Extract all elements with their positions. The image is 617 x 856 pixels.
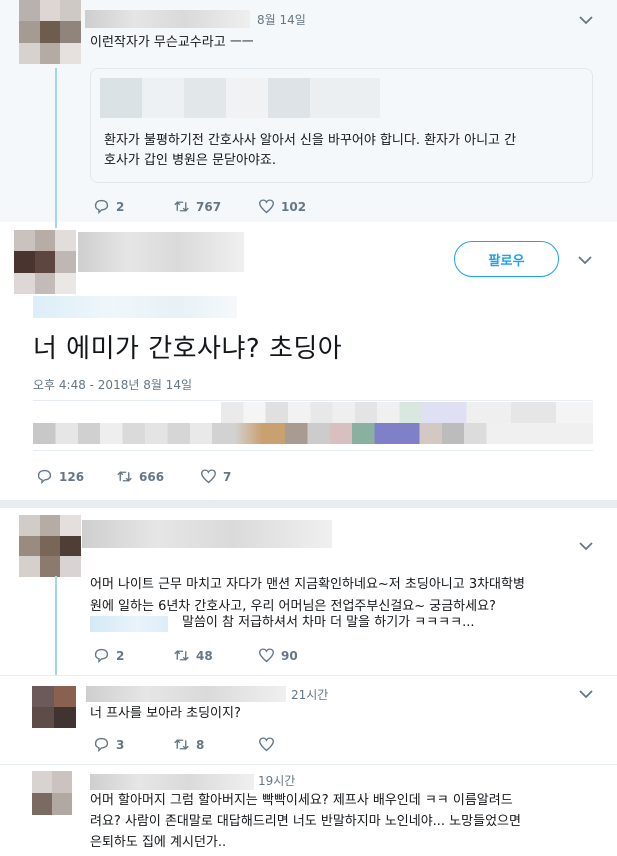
retweet-button[interactable]: 767 — [173, 198, 258, 215]
thread-line — [55, 576, 57, 676]
like-count: 7 — [223, 469, 232, 484]
reply-button[interactable]: 2 — [93, 198, 173, 215]
quoted-author-name — [100, 78, 380, 118]
tweet-time[interactable]: 19시간 — [258, 772, 295, 789]
like-button[interactable]: 90 — [258, 647, 298, 664]
divider — [0, 675, 617, 676]
retweet-icon — [174, 650, 189, 661]
heart-icon — [259, 737, 274, 752]
follow-button[interactable]: 팔로우 — [454, 241, 559, 277]
reply-button[interactable]: 3 — [93, 736, 173, 753]
reply-count: 2 — [116, 199, 125, 214]
retweet-count: 8 — [196, 737, 205, 752]
reply-text-line1: 어머 나이트 근무 마치고 자다가 맨션 지금확인하네요~저 초딩아니고 3차대… — [90, 577, 525, 592]
divider — [33, 450, 593, 451]
retweet-count: 48 — [196, 648, 213, 663]
reply-text: 너 프사를 보아라 초딩이지? — [90, 706, 241, 721]
author-name[interactable] — [86, 686, 286, 702]
reply-button[interactable]: 126 — [36, 468, 116, 485]
quoted-text-line1: 환자가 불평하기전 간호사사 알아서 신을 바꾸어야 합니다. 환자가 아니고 … — [104, 133, 517, 148]
retweet-button[interactable]: 666 — [116, 468, 200, 485]
like-count: 90 — [281, 648, 298, 663]
retweet-count: 767 — [196, 199, 222, 214]
tweet-actions: 2 48 90 — [93, 647, 298, 664]
author-name[interactable] — [85, 10, 250, 28]
author-name[interactable] — [78, 232, 244, 272]
chevron-down-icon[interactable] — [578, 688, 594, 700]
divider — [0, 764, 617, 765]
reply-icon — [94, 199, 109, 215]
author-name[interactable] — [90, 774, 254, 790]
author-handle[interactable] — [33, 296, 237, 318]
heart-icon — [259, 648, 274, 663]
like-button[interactable]: 7 — [200, 468, 231, 485]
quoted-text-line2: 호사가 갑인 병원은 문닫아야죠. — [104, 153, 277, 168]
chevron-down-icon[interactable] — [577, 254, 593, 266]
thread-line — [55, 68, 57, 228]
tweet-actions: 3 8 — [93, 736, 281, 753]
author-name[interactable] — [82, 520, 332, 548]
tweet-actions: 126 666 7 — [36, 468, 231, 485]
mention-link[interactable] — [90, 616, 168, 632]
retweet-count: 666 — [139, 469, 165, 484]
like-count: 102 — [281, 199, 307, 214]
divider — [0, 500, 617, 508]
reply-icon — [94, 648, 109, 664]
retweet-icon — [174, 201, 189, 212]
avatar[interactable] — [14, 230, 76, 294]
liked-by-avatars[interactable] — [33, 402, 593, 444]
reply-count: 3 — [116, 737, 125, 752]
reply-text-line3: 은퇴하도 집에 계시던가.. — [90, 835, 227, 850]
chevron-down-icon[interactable] — [578, 540, 594, 552]
tweet-time[interactable]: 8월 14일 — [257, 11, 306, 28]
reply-count: 2 — [116, 648, 125, 663]
reply-text-line2: 려요? 사람이 존대말로 대답해드리면 너도 반말하지마 노인네야... 노망들… — [90, 814, 521, 829]
avatar[interactable] — [32, 771, 72, 815]
tweet-text: 너 에미가 간호사냐? 초딩아 — [33, 334, 343, 364]
reply-button[interactable]: 2 — [93, 647, 173, 664]
reply-icon — [94, 737, 109, 753]
tweet-actions: 2 767 102 — [93, 198, 306, 215]
tweet-text: 이런작자가 무슨교수라고 ㅡㅡ — [90, 35, 254, 50]
heart-icon — [259, 199, 274, 214]
reply-icon — [37, 469, 52, 485]
avatar[interactable] — [19, 0, 81, 64]
tweet-timestamp[interactable]: 오후 4:48 - 2018년 8월 14일 — [33, 376, 192, 393]
heart-icon — [201, 469, 216, 484]
divider — [33, 400, 593, 401]
reply-count: 126 — [59, 469, 85, 484]
retweet-button[interactable]: 8 — [173, 736, 258, 753]
avatar[interactable] — [32, 686, 76, 728]
avatar[interactable] — [19, 515, 81, 577]
like-button[interactable]: 102 — [258, 198, 306, 215]
tweet-time[interactable]: 21시간 — [291, 686, 328, 703]
retweet-icon — [117, 471, 132, 482]
chevron-down-icon[interactable] — [578, 14, 594, 26]
retweet-icon — [174, 739, 189, 750]
retweet-button[interactable]: 48 — [173, 647, 258, 664]
reply-text-line1: 어머 할아머지 그럼 할아버지는 빡빡이세요? 제프사 배우인데 ㅋㅋ 이름알려… — [90, 793, 513, 808]
reply-text-line3: 말씀이 참 저급하셔서 차마 더 말을 하기가 ㅋㅋㅋㅋ... — [182, 615, 475, 630]
like-button[interactable] — [258, 736, 281, 753]
